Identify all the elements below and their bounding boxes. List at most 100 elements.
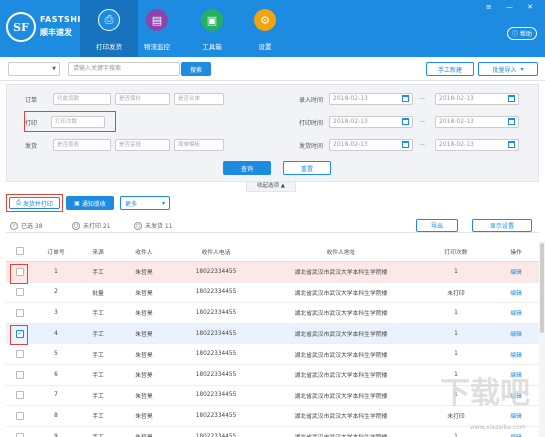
print-date-to[interactable]: 2018-02-13 (435, 116, 519, 128)
cell-phone: 18022334455 (195, 351, 237, 358)
chevron-down-icon: ▾ (520, 65, 524, 73)
row-checkbox-cell[interactable] (8, 365, 32, 385)
scrollbar-thumb[interactable] (540, 243, 544, 333)
entry-date-from[interactable]: 2018-02-13 (329, 93, 413, 105)
print-date-from[interactable]: 2018-02-13 (329, 116, 413, 128)
reset-button[interactable]: 重置 (283, 161, 331, 175)
cell-source: 手工 (92, 352, 104, 359)
highlight-box (10, 325, 28, 345)
calendar-icon (508, 95, 515, 102)
waybill-template-select[interactable]: 面单模板 (174, 139, 224, 151)
search-input[interactable]: 请输入关键字搜索 (68, 62, 180, 76)
nav-logistics-monitor[interactable]: ▤ 物流监控 (128, 0, 186, 57)
row-checkbox-cell[interactable] (8, 427, 32, 437)
ship-date-from[interactable]: 2018-02-13 (329, 139, 413, 151)
batch-import-label: 批量导入 (492, 66, 517, 74)
row-checkbox-cell[interactable] (8, 344, 32, 364)
search-type-select[interactable]: ▼ (8, 62, 60, 76)
tab-unshipped[interactable]: ○ 未发货 11 (134, 221, 173, 230)
table-row[interactable]: 2 批量 朱哲昊 18022334455 湖北省武汉市武汉大学本科生学院楼 未打印 编辑 (6, 283, 539, 304)
new-order-button[interactable]: 手工新建 (426, 62, 474, 76)
cell-order-no: 5 (54, 351, 58, 358)
chevron-down-icon: ▼ (52, 66, 56, 72)
cell-phone: 18022334455 (195, 371, 237, 378)
cell-source: 手工 (92, 393, 104, 400)
ship-and-print-button[interactable]: ⎙ 发货并打印 (9, 197, 60, 209)
range-dash: — (419, 95, 425, 102)
row-checkbox[interactable] (16, 391, 24, 400)
cell-recipient: 朱哲昊 (135, 311, 153, 318)
select-all-cell[interactable] (8, 241, 32, 261)
cell-phone: 18022334455 (195, 289, 237, 296)
display-settings-button[interactable]: 显示设置 (472, 219, 532, 232)
pickup-select[interactable]: 是否揽收 (53, 139, 111, 151)
cell-recipient: 朱哲昊 (120, 427, 168, 437)
search-button[interactable]: 搜索 (181, 62, 211, 76)
nav-label: 设置 (258, 43, 272, 51)
cod-select[interactable]: 代收货款 (53, 93, 111, 105)
edit-link[interactable]: 编辑 (496, 283, 536, 303)
table-row[interactable]: 9手工朱哲昊18022334455湖北省武汉市武汉大学本科生学院楼1编辑 (6, 427, 539, 437)
export-button[interactable]: 导出 (416, 219, 458, 232)
entry-date-to[interactable]: 2018-02-13 (435, 93, 519, 105)
cell-phone: 18022334455 (195, 392, 237, 399)
edit-link[interactable]: 编辑 (496, 324, 536, 344)
cell-print-count: 未打印 (447, 290, 465, 297)
window-controls[interactable]: ≡ — ✕ (486, 3, 539, 11)
batch-import-button[interactable]: 批量导入 ▾ (478, 62, 538, 76)
cell-phone: 18022334455 (195, 309, 237, 316)
calendar-icon (508, 118, 515, 125)
nav-label: 物流监控 (144, 43, 170, 51)
date-value: 2018-02-13 (333, 118, 368, 125)
highlight-box (24, 111, 116, 132)
collapse-options-toggle[interactable]: 收起选项 ▲ (246, 182, 296, 192)
row-checkbox-cell[interactable] (8, 386, 32, 406)
delivered-select[interactable]: 是否妥投 (115, 139, 170, 151)
notify-pickup-button[interactable]: ▣ 通知揽收 (66, 196, 114, 210)
cell-order-no: 1 (54, 268, 58, 275)
table-row[interactable]: 3 手工 朱哲昊 18022334455 湖北省武汉市武汉大学本科生学院楼 1 编辑 (6, 303, 539, 324)
row-checkbox-cell[interactable] (8, 283, 32, 303)
merged-select[interactable]: 是否合单 (174, 93, 224, 105)
help-button[interactable]: ⓘ 帮助 (507, 27, 537, 40)
row-checkbox-cell[interactable] (8, 406, 32, 426)
row-checkbox[interactable] (16, 350, 24, 359)
gear-icon: ⚙ (254, 9, 276, 31)
row-checkbox[interactable] (16, 288, 24, 297)
highlight-box (10, 264, 28, 284)
more-dropdown[interactable]: 更多 ▾ (120, 196, 170, 210)
query-button[interactable]: 查询 (223, 161, 271, 175)
row-checkbox-cell[interactable] (8, 303, 32, 323)
cell-recipient: 朱哲昊 (135, 290, 153, 297)
toolbox-icon: ▣ (201, 9, 223, 31)
table-header: 订单号 来源 收件人 收件人电话 收件人地址 打印次数 操作 (6, 241, 539, 262)
col-order-no: 订单号 (47, 249, 65, 256)
tab-unprinted[interactable]: ○ 未打印 21 (72, 221, 111, 230)
row-checkbox[interactable] (16, 411, 24, 420)
cell-address: 湖北省武汉市武汉大学本科生学院楼 (294, 270, 388, 277)
edit-link[interactable]: 编辑 (496, 262, 536, 282)
row-checkbox[interactable] (16, 308, 24, 317)
table-row[interactable]: 1 手工 朱哲昊 18022334455 湖北省武汉市武汉大学本科生学院楼 1 编辑 (6, 262, 539, 283)
tab-selected[interactable]: ✓ 已选 38 (10, 221, 43, 230)
date-value: 2018-02-13 (439, 141, 474, 148)
ship-label: 发货 (24, 143, 37, 150)
edit-link[interactable]: 编辑 (496, 303, 536, 323)
cell-order-no: 9 (54, 433, 58, 437)
row-checkbox[interactable] (16, 370, 24, 379)
cell-source: 手工 (92, 270, 104, 277)
select-all-checkbox[interactable] (16, 247, 24, 255)
ship-date-to[interactable]: 2018-02-13 (435, 139, 519, 151)
cell-source: 批量 (92, 290, 104, 297)
cell-recipient: 朱哲昊 (135, 373, 153, 380)
calendar-icon (402, 95, 409, 102)
edit-link[interactable]: 编辑 (496, 344, 536, 364)
insured-select[interactable]: 是否保价 (115, 93, 170, 105)
nav-settings[interactable]: ⚙ 设置 (236, 0, 294, 57)
row-checkbox[interactable] (16, 432, 24, 437)
table-row[interactable]: ✓ 4 手工 朱哲昊 18022334455 湖北省武汉市武汉大学本科生学院楼 1 编辑 (6, 323, 539, 345)
table-row[interactable]: 5 手工 朱哲昊 18022334455 湖北省武汉市武汉大学本科生学院楼 1 编辑 (6, 344, 539, 365)
cell-address: 湖北省武汉市武汉大学本科生学院楼 (294, 373, 388, 380)
cell-source: 手工 (92, 332, 104, 339)
nav-toolbox[interactable]: ▣ 工具箱 (183, 0, 241, 57)
